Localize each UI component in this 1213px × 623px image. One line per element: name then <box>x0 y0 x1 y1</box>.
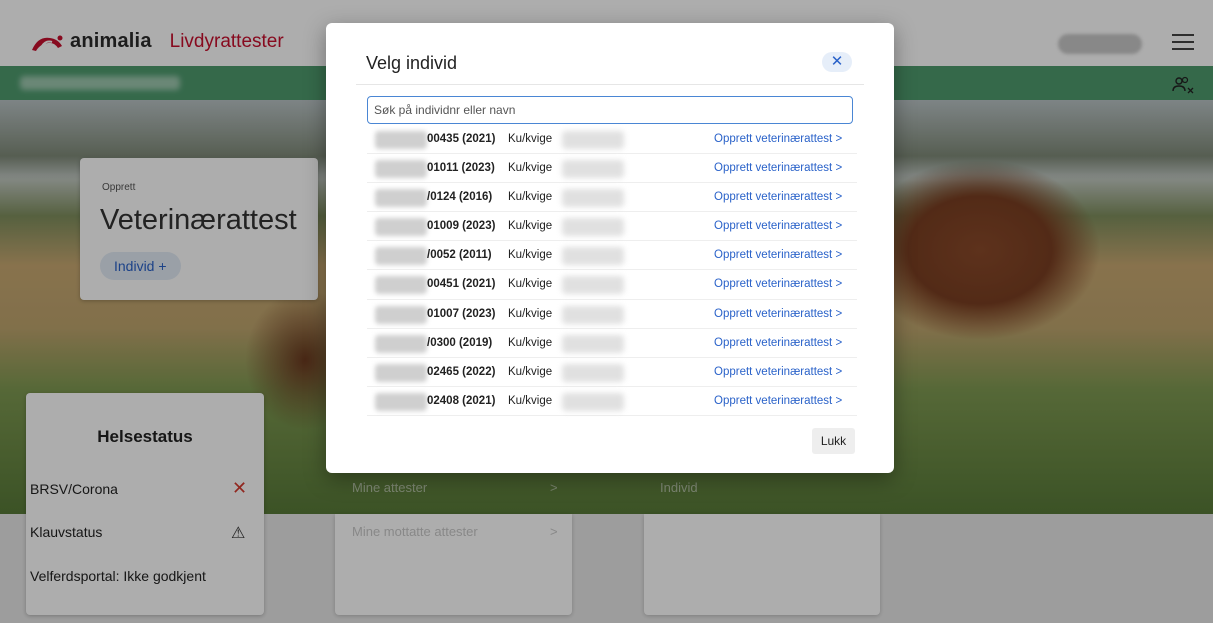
individ-id: 01009 (2023) <box>427 220 496 233</box>
blurred-id-prefix <box>375 131 427 149</box>
blurred-name <box>562 160 624 179</box>
individ-type: Ku/kvige <box>508 133 553 145</box>
blurred-id-prefix <box>375 247 427 266</box>
velg-individ-dialog: Velg individ ✕ 00435 (2021) Ku/kvige Opp… <box>326 23 894 473</box>
list-item: 00451 (2021) Ku/kvige Opprett veterinæra… <box>367 270 857 300</box>
individ-type: Ku/kvige <box>508 307 553 320</box>
blurred-id-prefix <box>375 305 427 324</box>
list-item: 00435 (2021) Ku/kvige Opprett veterinæra… <box>367 125 857 155</box>
individ-type: Ku/kvige <box>508 191 553 204</box>
blurred-name <box>562 276 624 295</box>
list-item: /0300 (2019) Ku/kvige Opprett veterinæra… <box>367 329 857 358</box>
individ-id: 02465 (2022) <box>427 365 496 378</box>
individ-id: /0300 (2019) <box>427 336 493 349</box>
lukk-button[interactable]: Lukk <box>812 428 855 454</box>
individ-list: 00435 (2021) Ku/kvige Opprett veterinæra… <box>367 125 857 416</box>
dialog-title: Velg individ <box>366 53 458 73</box>
list-item: 02465 (2022) Ku/kvige Opprett veterinæra… <box>367 358 857 387</box>
list-item: 02408 (2021) Ku/kvige Opprett veterinæra… <box>367 387 857 416</box>
individ-type: Ku/kvige <box>508 220 553 233</box>
opprett-veterinaerattest-link[interactable]: Opprett veterinærattest > <box>714 249 842 261</box>
blurred-name <box>562 247 624 266</box>
blurred-name <box>562 363 624 382</box>
list-item: 01011 (2023) Ku/kvige Opprett veterinæra… <box>367 154 857 184</box>
blurred-name <box>562 334 624 353</box>
list-item: 01009 (2023) Ku/kvige Opprett veterinæra… <box>367 212 857 242</box>
individ-id: 01011 (2023) <box>427 162 495 175</box>
opprett-veterinaerattest-link[interactable]: Opprett veterinærattest > <box>714 395 842 407</box>
opprett-veterinaerattest-link[interactable]: Opprett veterinærattest > <box>714 278 842 290</box>
list-item: 01007 (2023) Ku/kvige Opprett veterinæra… <box>367 300 857 329</box>
blurred-id-prefix <box>375 363 427 382</box>
blurred-id-prefix <box>375 334 427 353</box>
individ-type: Ku/kvige <box>508 249 553 262</box>
blurred-name <box>562 131 624 149</box>
opprett-veterinaerattest-link[interactable]: Opprett veterinærattest > <box>714 337 842 349</box>
opprett-veterinaerattest-link[interactable]: Opprett veterinærattest > <box>714 191 842 203</box>
close-icon[interactable]: ✕ <box>822 52 852 72</box>
list-item: /0052 (2011) Ku/kvige Opprett veterinæra… <box>367 241 857 271</box>
blurred-id-prefix <box>375 218 427 237</box>
individ-id: 00435 (2021) <box>427 133 496 145</box>
individ-id: 01007 (2023) <box>427 307 496 320</box>
opprett-veterinaerattest-link[interactable]: Opprett veterinærattest > <box>714 220 842 232</box>
blurred-id-prefix <box>375 160 427 179</box>
individ-id: /0052 (2011) <box>427 249 492 262</box>
blurred-name <box>562 392 624 411</box>
opprett-veterinaerattest-link[interactable]: Opprett veterinærattest > <box>714 162 842 174</box>
dialog-divider <box>356 84 864 85</box>
opprett-veterinaerattest-link[interactable]: Opprett veterinærattest > <box>714 308 842 320</box>
individ-type: Ku/kvige <box>508 394 553 407</box>
individ-type: Ku/kvige <box>508 162 553 175</box>
list-item: /0124 (2016) Ku/kvige Opprett veterinæra… <box>367 183 857 213</box>
individ-search-input[interactable] <box>367 96 853 124</box>
opprett-veterinaerattest-link[interactable]: Opprett veterinærattest > <box>714 133 842 145</box>
blurred-name <box>562 218 624 237</box>
blurred-id-prefix <box>375 392 427 411</box>
individ-id: 02408 (2021) <box>427 394 496 407</box>
individ-id: 00451 (2021) <box>427 278 496 291</box>
individ-type: Ku/kvige <box>508 278 553 291</box>
individ-id: /0124 (2016) <box>427 191 493 204</box>
blurred-id-prefix <box>375 276 427 295</box>
blurred-name <box>562 305 624 324</box>
individ-type: Ku/kvige <box>508 336 553 349</box>
blurred-name <box>562 189 624 208</box>
individ-type: Ku/kvige <box>508 365 553 378</box>
opprett-veterinaerattest-link[interactable]: Opprett veterinærattest > <box>714 366 842 378</box>
blurred-id-prefix <box>375 189 427 208</box>
